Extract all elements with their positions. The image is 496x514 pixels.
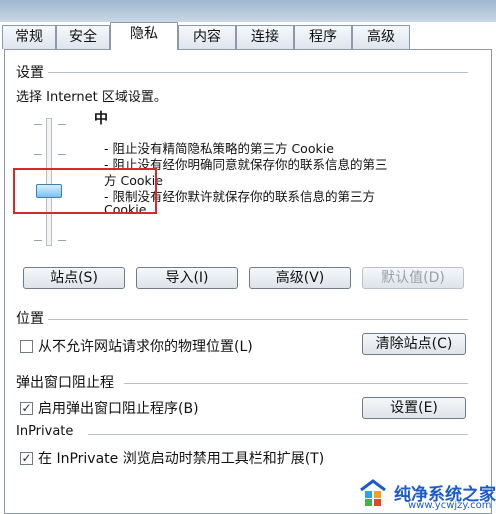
title-bar [0,0,496,22]
slider-tick [58,154,66,155]
slider-tick [34,240,42,241]
tab-strip: 常规 安全 隐私 内容 连接 程序 高级 [0,22,496,50]
slider-tick [34,154,42,155]
privacy-level-label: 中 [94,111,108,127]
tab-content[interactable]: 内容 [178,25,236,49]
popup-checkbox-label: 启用弹出窗口阻止程序(B) [38,401,199,417]
location-checkbox-label: 从不允许网站请求你的物理位置(L) [38,339,253,355]
sites-button[interactable]: 站点(S) [23,267,125,289]
tab-programs[interactable]: 程序 [294,25,352,49]
import-button[interactable]: 导入(I) [136,267,238,289]
inprivate-checkbox-label: 在 InPrivate 浏览启动时禁用工具栏和扩展(T) [38,451,325,467]
tab-security[interactable]: 安全 [56,25,110,49]
tab-connections[interactable]: 连接 [236,25,294,49]
settings-section-title: 设置 [16,65,44,81]
settings-instruction: 选择 Internet 区域设置。 [16,90,167,105]
section-divider [48,319,468,320]
popup-settings-button[interactable]: 设置(E) [362,397,466,419]
tab-general[interactable]: 常规 [2,25,56,49]
highlight-box [13,168,157,214]
location-checkbox[interactable] [20,340,33,353]
advanced-button[interactable]: 高级(V) [249,267,351,289]
popup-checkbox[interactable]: ✓ [20,402,33,415]
section-divider [88,434,468,435]
section-divider [124,383,468,384]
default-button[interactable]: 默认值(D) [362,267,464,289]
watermark-logo-icon [360,479,386,506]
clear-sites-button[interactable]: 清除站点(C) [362,333,466,355]
slider-tick [34,124,42,125]
tab-privacy[interactable]: 隐私 [110,22,178,50]
slider-tick [58,240,66,241]
watermark-url: www.ycwjzy.com [408,500,492,511]
popup-section-title: 弹出窗口阻止程 [16,375,114,391]
inprivate-checkbox[interactable]: ✓ [20,452,33,465]
inprivate-section-title: InPrivate [16,424,74,439]
section-divider [48,72,468,73]
slider-tick [58,124,66,125]
tab-advanced[interactable]: 高级 [352,25,410,49]
location-section-title: 位置 [16,311,44,327]
